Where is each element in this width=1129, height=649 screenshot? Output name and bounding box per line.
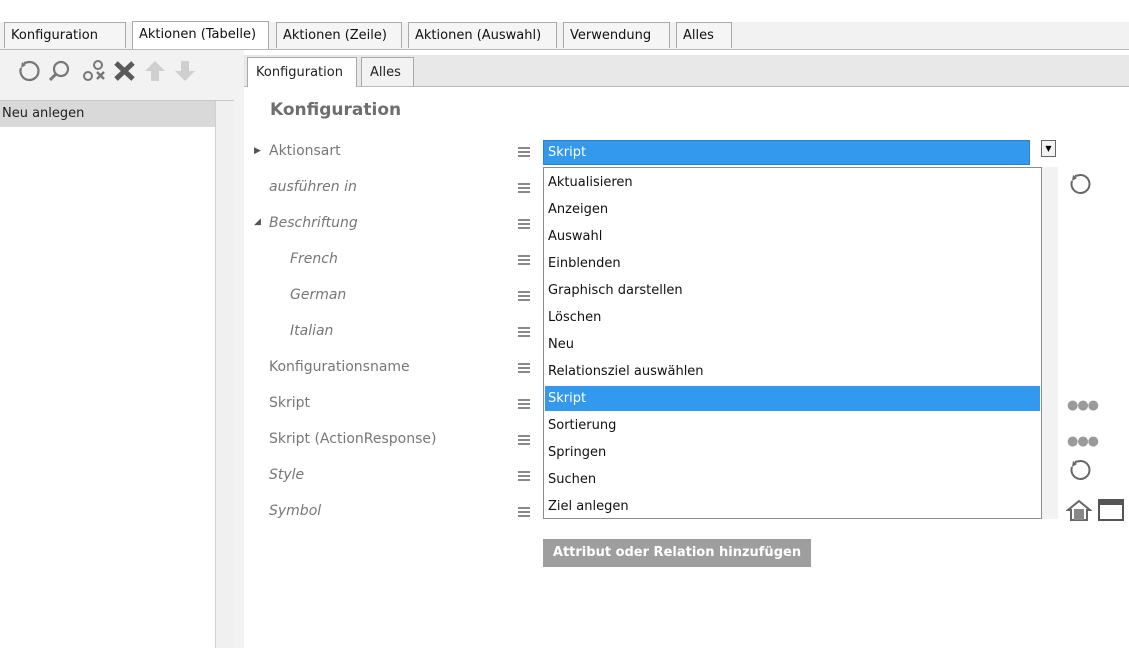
refresh-icon[interactable] [1068,172,1092,200]
label-aktionsart: Aktionsart [269,143,341,159]
search-icon[interactable] [46,58,72,84]
dropdown-option[interactable]: Löschen [545,305,1040,330]
move-up-icon[interactable] [142,58,168,84]
top-strip [0,0,1129,22]
row-menu-icon[interactable] [518,147,530,157]
row-menu-icon[interactable] [518,471,530,481]
dropdown-option[interactable]: Suchen [545,467,1040,492]
more-icon[interactable]: ●●● [1067,434,1099,449]
label-style: Style [269,467,305,483]
dropdown-option[interactable]: Relationsziel auswählen [545,359,1040,384]
list-item[interactable]: Neu anlegen [0,101,215,127]
inner-tab-bar: Konfiguration Alles [244,55,1129,87]
row-menu-icon[interactable] [518,219,530,229]
tab-inner-alles[interactable]: Alles [361,57,414,86]
tab-inner-konfiguration[interactable]: Konfiguration [247,57,357,87]
move-down-icon[interactable] [172,58,198,84]
home-icon[interactable] [1065,498,1093,526]
dropdown-option[interactable]: Aktualisieren [545,170,1040,195]
tab-verwendung[interactable]: Verwendung [563,22,670,48]
window-icon[interactable] [1097,498,1125,526]
collapse-arrow-icon[interactable]: ◢ [254,217,261,227]
expand-arrow-icon[interactable]: ▶ [254,146,261,156]
tab-alles[interactable]: Alles [676,22,732,48]
list-scrollbar[interactable] [215,101,234,648]
delete-icon[interactable] [112,58,138,84]
label-symbol: Symbol [269,503,322,519]
aktionsart-dropdown: Aktualisieren Anzeigen Auswahl Einblende… [543,167,1042,519]
dropdown-option[interactable]: Anzeigen [545,197,1040,222]
label-skript-actionresponse: Skript (ActionResponse) [269,431,437,447]
tab-konfiguration[interactable]: Konfiguration [4,22,126,48]
dropdown-option[interactable]: Neu [545,332,1040,357]
row-menu-icon[interactable] [518,507,530,517]
dropdown-option[interactable]: Einblenden [545,251,1040,276]
row-menu-icon[interactable] [518,327,530,337]
dropdown-option[interactable]: Graphisch darstellen [545,278,1040,303]
splitter[interactable] [234,50,244,648]
dropdown-option[interactable]: Springen [545,440,1040,465]
link-remove-icon[interactable] [82,58,108,84]
label-konfigurationsname: Konfigurationsname [269,359,410,375]
dropdown-option[interactable]: Auswahl [545,224,1040,249]
row-menu-icon[interactable] [518,291,530,301]
dropdown-option[interactable]: Ziel anlegen [545,494,1040,519]
label-german: German [290,287,347,303]
tab-aktionen-tabelle[interactable]: Aktionen (Tabelle) [132,21,269,49]
dropdown-option-selected[interactable]: Skript [545,386,1040,411]
main-tab-bar: Konfiguration Aktionen (Tabelle) Aktione… [0,21,1129,50]
aktionsart-select[interactable]: Skript [543,140,1030,165]
add-attribute-button[interactable]: Attribut oder Relation hinzufügen [543,539,811,567]
label-ausfuehren-in: ausführen in [269,179,357,195]
more-icon[interactable]: ●●● [1067,398,1099,413]
row-menu-icon[interactable] [518,399,530,409]
dropdown-option[interactable]: Sortierung [545,413,1040,438]
section-title: Konfiguration [270,100,402,120]
refresh-icon[interactable] [16,58,42,84]
dropdown-arrow-icon[interactable]: ▼ [1041,140,1056,157]
label-italian: Italian [290,323,334,339]
row-menu-icon[interactable] [518,183,530,193]
tab-aktionen-zeile[interactable]: Aktionen (Zeile) [276,22,402,48]
tab-aktionen-auswahl[interactable]: Aktionen (Auswahl) [408,22,557,48]
label-beschriftung: Beschriftung [269,215,358,231]
label-french: French [290,251,338,267]
toolbar [0,52,234,92]
row-menu-icon[interactable] [518,435,530,445]
row-menu-icon[interactable] [518,255,530,265]
refresh-icon[interactable] [1068,458,1092,486]
dropdown-scrollbar[interactable] [1042,167,1058,519]
row-menu-icon[interactable] [518,363,530,373]
action-list [0,100,234,649]
label-skript: Skript [269,395,311,411]
